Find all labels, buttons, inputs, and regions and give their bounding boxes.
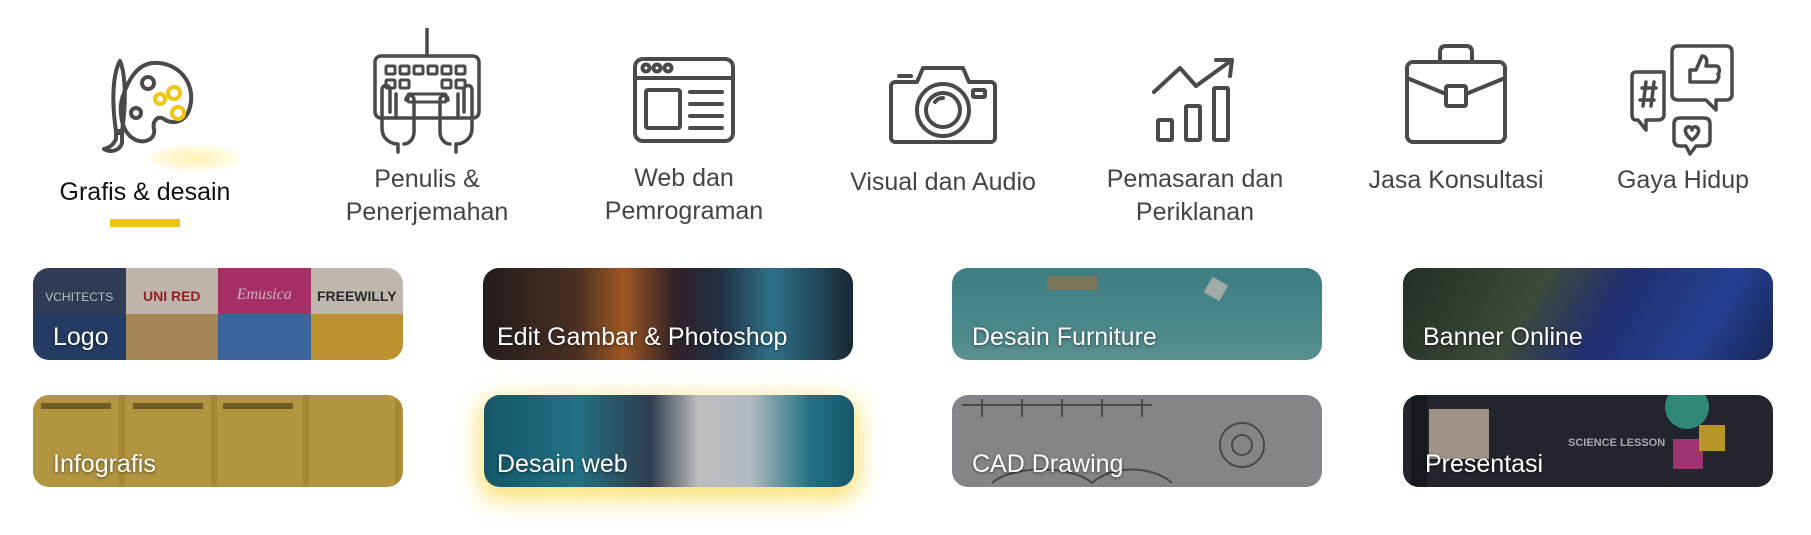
subcategory-label: Desain web: [497, 450, 628, 478]
social-bubbles-icon: [1583, 42, 1783, 156]
subcategory-tile-infografis[interactable]: Infografis: [33, 395, 403, 487]
subcategory-label: Presentasi: [1425, 450, 1544, 478]
category-label: Gaya Hidup: [1616, 166, 1750, 194]
subcategory-tile-edit-gambar[interactable]: Edit Gambar & Photoshop: [483, 268, 853, 360]
subcategory-label: Banner Online: [1423, 323, 1583, 351]
growth-chart-icon: [1095, 56, 1295, 144]
subcategory-tile-presentasi[interactable]: SCIENCE LESSON Presentasi: [1403, 395, 1773, 487]
subcategory-tile-banner-online[interactable]: Banner Online: [1403, 268, 1773, 360]
category-label: Web dan Pemrograman: [604, 164, 764, 225]
active-tab-underline: [110, 219, 180, 227]
subcategory-label: Edit Gambar & Photoshop: [497, 323, 788, 351]
category-label: Penulis & Penerjemahan: [345, 165, 509, 226]
palette-brush-icon: [45, 55, 245, 155]
category-label: Visual dan Audio: [850, 168, 1036, 196]
subcategory-label: Desain Furniture: [972, 323, 1157, 351]
category-label: Grafis & desain: [59, 178, 231, 206]
subcategory-label: CAD Drawing: [972, 450, 1124, 478]
briefcase-icon: [1356, 42, 1556, 146]
category-label: Pemasaran dan Periklanan: [1106, 165, 1284, 226]
subcategory-label: Logo: [53, 323, 109, 351]
camera-icon: [843, 62, 1043, 146]
subcategory-tile-cad-drawing[interactable]: CAD Drawing: [952, 395, 1322, 487]
subcategory-tile-desain-web[interactable]: Desain web: [484, 395, 854, 487]
subcategory-tile-logo[interactable]: VCHITECTS UNI RED Emusica FREEWILLY Logo: [33, 268, 403, 360]
subcategory-tile-desain-furniture[interactable]: Desain Furniture: [952, 268, 1322, 360]
subcategory-label: Infografis: [53, 450, 156, 478]
keyboard-hands-icon: [327, 28, 527, 154]
browser-window-icon: [584, 56, 784, 144]
